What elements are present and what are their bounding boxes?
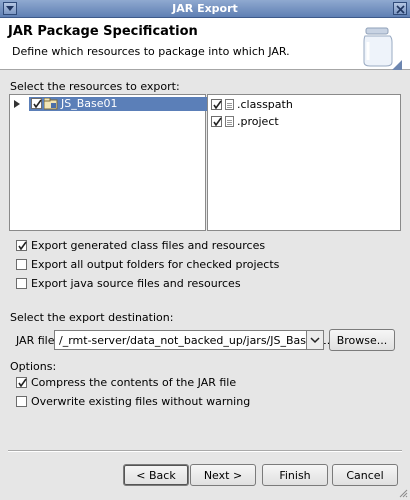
export-class-files-label: Export generated class files and resourc… <box>31 239 266 252</box>
overwrite-label: Overwrite existing files without warning <box>31 395 251 408</box>
chevron-down-icon <box>310 337 320 344</box>
back-button-label: < Back <box>136 469 176 482</box>
wizard-header: JAR Package Specification Define which r… <box>0 18 410 70</box>
export-class-files-checkbox[interactable] <box>16 240 27 251</box>
back-button[interactable]: < Back <box>123 464 189 486</box>
title-bar: JAR Export <box>0 0 410 18</box>
export-output-folders-label: Export all output folders for checked pr… <box>31 258 280 271</box>
button-bar-separator <box>8 450 402 452</box>
checkmark-icon <box>213 100 222 110</box>
file-checkbox[interactable] <box>211 99 222 110</box>
file-checkbox[interactable] <box>211 116 222 127</box>
compress-checkbox[interactable] <box>16 377 27 388</box>
expand-arrow-icon[interactable] <box>14 100 20 108</box>
overwrite-checkbox[interactable] <box>16 396 27 407</box>
list-item[interactable]: .classpath <box>211 98 391 112</box>
next-button-label: Next > <box>203 469 243 482</box>
destination-label: Select the export destination: <box>10 311 174 324</box>
project-tree[interactable]: JS_Base01 <box>9 94 208 231</box>
file-label: .project <box>237 115 279 128</box>
next-button[interactable]: Next > <box>190 464 256 486</box>
jar-icon <box>363 27 402 70</box>
export-source-files-label: Export java source files and resources <box>31 277 241 290</box>
checkmark-icon <box>213 117 222 127</box>
compress-label: Compress the contents of the JAR file <box>31 376 237 389</box>
file-icon <box>225 99 234 110</box>
checkmark-icon <box>33 99 42 109</box>
jar-file-input[interactable]: /_rmt-server/data_not_backed_up/jars/JS_… <box>54 330 345 350</box>
list-item[interactable]: .project <box>211 115 391 129</box>
jar-file-label: JAR file: <box>16 334 59 347</box>
page-title: JAR Package Specification <box>8 24 198 39</box>
page-description: Define which resources to package into w… <box>12 45 290 58</box>
file-icon <box>225 116 234 127</box>
tree-item-js-base01[interactable]: JS_Base01 <box>11 97 208 111</box>
finish-button[interactable]: Finish <box>262 464 328 486</box>
resources-label: Select the resources to export: <box>10 80 180 93</box>
cancel-button-label: Cancel <box>346 469 384 482</box>
browse-button[interactable]: Browse... <box>329 329 395 351</box>
close-icon[interactable] <box>393 2 407 15</box>
browse-button-label: Browse... <box>336 334 388 347</box>
file-label: .classpath <box>237 98 293 111</box>
jar-file-value: /_rmt-server/data_not_backed_up/jars/JS_… <box>59 334 345 347</box>
jar-file-dropdown-button[interactable] <box>306 330 324 350</box>
window-title: JAR Export <box>172 2 238 15</box>
file-list[interactable]: .classpath .project <box>207 94 401 231</box>
project-folder-icon <box>44 98 58 110</box>
tree-item-label: JS_Base01 <box>61 97 118 110</box>
tree-item-checkbox[interactable] <box>31 98 42 109</box>
cancel-button[interactable]: Cancel <box>332 464 398 486</box>
resize-grip-icon[interactable] <box>398 488 408 498</box>
finish-button-label: Finish <box>279 469 311 482</box>
checkmark-icon <box>18 241 27 251</box>
checkmark-icon <box>18 378 27 388</box>
options-label: Options: <box>10 360 57 373</box>
export-output-folders-checkbox[interactable] <box>16 259 27 270</box>
export-source-files-checkbox[interactable] <box>16 278 27 289</box>
